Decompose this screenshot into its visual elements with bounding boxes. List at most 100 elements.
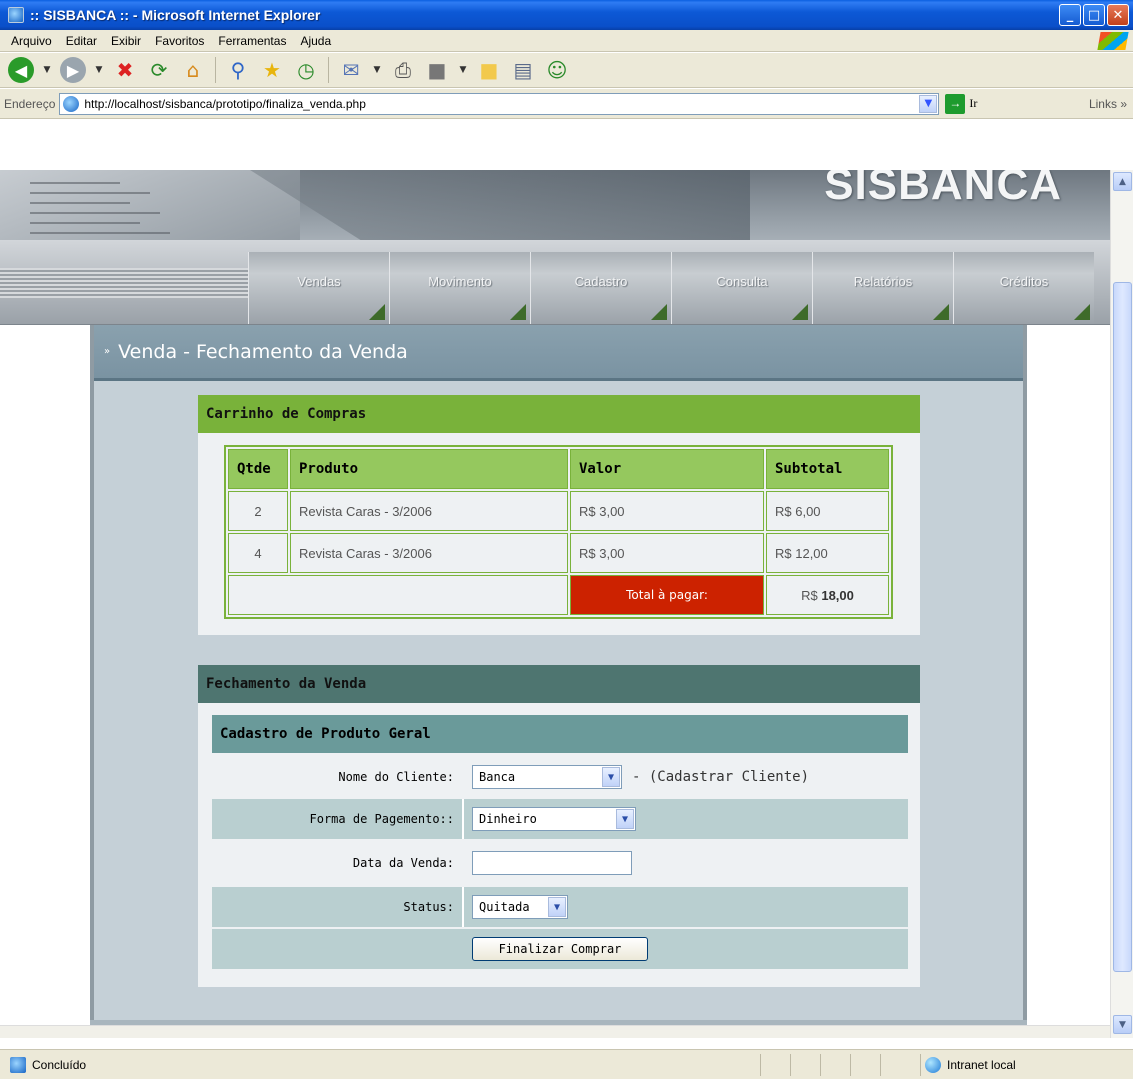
toolbar-separator: [215, 57, 216, 83]
mail-dropdown-icon[interactable]: ▼: [370, 55, 384, 85]
row-divider: [462, 843, 464, 883]
research-icon[interactable]: ▤: [508, 55, 538, 85]
nav-corner-icon: [933, 304, 949, 320]
status-label: Status:: [403, 900, 454, 914]
history-icon[interactable]: ◷: [291, 55, 321, 85]
address-label: Endereço: [4, 96, 56, 111]
payment-select[interactable]: Dinheiro ▼: [472, 807, 636, 831]
cart-box: Carrinho de Compras Qtde Produto Valor S…: [198, 395, 920, 635]
home-icon[interactable]: ⌂: [178, 55, 208, 85]
maximize-button[interactable]: □: [1083, 4, 1105, 26]
table-row: 4 Revista Caras - 3/2006 R$ 3,00 R$ 12,0…: [228, 533, 889, 573]
windows-logo-icon: [1097, 32, 1129, 50]
closing-title: Fechamento da Venda: [198, 665, 920, 703]
closing-box: Fechamento da Venda Cadastro de Produto …: [198, 665, 920, 987]
mail-icon[interactable]: ✉: [336, 55, 366, 85]
nav-consulta[interactable]: Consulta: [671, 252, 812, 324]
status-cell: [790, 1054, 820, 1076]
minimize-button[interactable]: _: [1059, 4, 1081, 26]
page-done-icon: [10, 1056, 26, 1073]
nav-creditos[interactable]: Créditos: [953, 252, 1094, 324]
nav-cadastro[interactable]: Cadastro: [530, 252, 671, 324]
row-divider: [462, 757, 464, 797]
status-cell: [820, 1054, 850, 1076]
payment-label: Forma de Pagemento::: [309, 812, 455, 826]
total-row: Total à pagar: R$ 18,00: [228, 575, 889, 615]
cell-subtotal: R$ 12,00: [766, 533, 889, 573]
menu-arquivo[interactable]: Arquivo: [4, 34, 59, 48]
chevron-down-icon: ▼: [548, 897, 566, 917]
client-label: Nome do Cliente:: [338, 770, 454, 784]
menu-editar[interactable]: Editar: [59, 34, 104, 48]
total-currency: R$: [801, 587, 818, 603]
favorites-star-icon[interactable]: ★: [257, 55, 287, 85]
close-button[interactable]: ✕: [1107, 4, 1129, 26]
payment-row: Forma de Pagemento:: Dinheiro ▼: [212, 799, 908, 839]
links-button[interactable]: Links »: [1089, 97, 1127, 111]
nav-label: Vendas: [297, 274, 341, 289]
page-title-bar: » Venda - Fechamento da Venda: [94, 325, 1023, 381]
edit-dropdown-icon[interactable]: ▼: [456, 55, 470, 85]
menu-exibir[interactable]: Exibir: [104, 34, 148, 48]
page-icon: [63, 95, 80, 112]
nav-label: Consulta: [716, 274, 768, 289]
nav-movimento[interactable]: Movimento: [389, 252, 530, 324]
status-row: Status: Quitada ▼: [212, 887, 908, 927]
search-icon[interactable]: ⚲: [223, 55, 253, 85]
address-dropdown-icon[interactable]: ▼: [919, 94, 938, 113]
window-controls: _ □ ✕: [1059, 4, 1129, 26]
status-select[interactable]: Quitada ▼: [472, 895, 568, 919]
cell-empty: [228, 575, 568, 615]
go-button[interactable]: → Ir: [945, 93, 977, 114]
vertical-scrollbar[interactable]: ▲ ▼: [1110, 170, 1133, 1038]
client-row: Nome do Cliente: Banca ▼ - (Cadastrar Cl…: [212, 757, 908, 797]
scroll-up-icon[interactable]: ▲: [1113, 172, 1132, 191]
payment-value: Dinheiro: [479, 812, 537, 826]
address-input[interactable]: http://localhost/sisbanca/prototipo/fina…: [59, 92, 940, 115]
nav-label: Cadastro: [574, 274, 628, 289]
horizontal-scroll-track: [0, 1025, 1110, 1038]
date-row: Data da Venda:: [212, 843, 908, 883]
cart-title: Carrinho de Compras: [198, 395, 920, 433]
window-title: :: SISBANCA :: - Microsoft Internet Expl…: [30, 7, 321, 23]
notes-icon[interactable]: ■: [474, 55, 504, 85]
register-client-link[interactable]: - (Cadastrar Cliente): [632, 769, 809, 785]
menu-favoritos[interactable]: Favoritos: [148, 34, 211, 48]
back-dropdown-icon[interactable]: ▼: [40, 55, 54, 85]
scroll-thumb[interactable]: [1113, 282, 1132, 972]
total-label: Total à pagar:: [570, 575, 764, 615]
forward-dropdown-icon[interactable]: ▼: [92, 55, 106, 85]
refresh-icon[interactable]: ⟳: [144, 55, 174, 85]
col-subtotal: Subtotal: [766, 449, 889, 489]
date-label: Data da Venda:: [352, 856, 454, 870]
scroll-down-icon[interactable]: ▼: [1113, 1015, 1132, 1034]
nav-corner-icon: [651, 304, 667, 320]
nav-vendas[interactable]: Vendas: [248, 252, 389, 324]
cell-product: Revista Caras - 3/2006: [290, 491, 568, 531]
row-divider: [462, 799, 464, 839]
finalize-button[interactable]: Finalizar Comprar: [471, 937, 649, 961]
cell-price: R$ 3,00: [570, 533, 764, 573]
menu-ferramentas[interactable]: Ferramentas: [211, 34, 293, 48]
client-select[interactable]: Banca ▼: [472, 765, 622, 789]
back-button[interactable]: ◀: [6, 55, 36, 85]
nav-label: Movimento: [428, 274, 492, 289]
page-viewport: SISBANCA Vendas Movimento Cadastro Consu…: [0, 170, 1110, 1025]
total-amount: 18,00: [821, 587, 854, 603]
zone-label: Intranet local: [947, 1058, 1016, 1072]
messenger-icon[interactable]: ☺: [542, 55, 572, 85]
intranet-globe-icon: [925, 1057, 941, 1073]
cell-subtotal: R$ 6,00: [766, 491, 889, 531]
date-input[interactable]: [472, 851, 632, 875]
print-icon[interactable]: ⎙: [388, 55, 418, 85]
forward-button[interactable]: ▶: [58, 55, 88, 85]
status-cell: [880, 1054, 910, 1076]
chevron-down-icon: ▼: [616, 809, 634, 829]
site-nav: Vendas Movimento Cadastro Consulta Relat…: [248, 252, 1094, 324]
stop-icon[interactable]: ✖: [110, 55, 140, 85]
bullet-icon: »: [104, 346, 111, 357]
table-row: 2 Revista Caras - 3/2006 R$ 3,00 R$ 6,00: [228, 491, 889, 531]
nav-relatorios[interactable]: Relatórios: [812, 252, 953, 324]
edit-icon[interactable]: ■: [422, 55, 452, 85]
menu-ajuda[interactable]: Ajuda: [293, 34, 338, 48]
